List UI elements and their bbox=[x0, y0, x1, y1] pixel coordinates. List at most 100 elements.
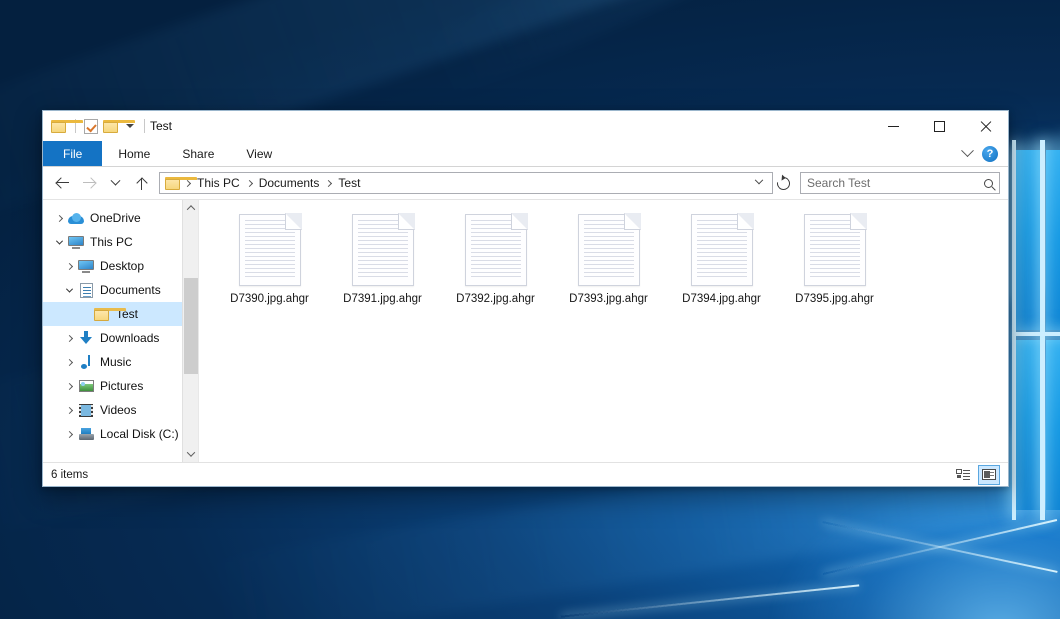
breadcrumb-separator-icon bbox=[246, 179, 253, 186]
sidebar-item-label: This PC bbox=[90, 235, 133, 249]
details-view-icon bbox=[956, 469, 970, 480]
breadcrumb-item-this-pc[interactable]: This PC bbox=[192, 176, 245, 190]
search-input[interactable] bbox=[807, 176, 984, 190]
list-item[interactable]: D7393.jpg.ahgr bbox=[552, 208, 665, 314]
file-name: D7394.jpg.ahgr bbox=[682, 292, 761, 306]
details-view-button[interactable] bbox=[952, 465, 974, 485]
music-icon bbox=[77, 355, 95, 369]
windows-logo-edge bbox=[1012, 332, 1060, 336]
sidebar-item-documents[interactable]: Documents bbox=[43, 278, 198, 302]
windows-logo-pane bbox=[1046, 150, 1060, 330]
list-item[interactable]: D7395.jpg.ahgr bbox=[778, 208, 891, 314]
sidebar-item-videos[interactable]: Videos bbox=[43, 398, 198, 422]
navigation-scrollbar[interactable] bbox=[182, 200, 198, 462]
sidebar-item-label: OneDrive bbox=[90, 211, 141, 225]
expander-icon[interactable] bbox=[61, 432, 77, 437]
generic-file-icon bbox=[804, 214, 866, 286]
folder-icon[interactable] bbox=[51, 120, 67, 133]
scrollbar-thumb[interactable] bbox=[184, 278, 198, 374]
sidebar-item-label: Desktop bbox=[100, 259, 144, 273]
list-item[interactable]: D7390.jpg.ahgr bbox=[213, 208, 326, 314]
tab-view[interactable]: View bbox=[230, 141, 288, 166]
expander-icon[interactable] bbox=[51, 216, 67, 221]
sidebar-item-onedrive[interactable]: OneDrive bbox=[43, 206, 198, 230]
cloud-icon bbox=[67, 213, 85, 224]
file-list-area[interactable]: D7390.jpg.ahgr D7391.jpg.ahgr D7392.jpg.… bbox=[199, 200, 1008, 462]
sidebar-item-downloads[interactable]: Downloads bbox=[43, 326, 198, 350]
generic-file-icon bbox=[352, 214, 414, 286]
window-controls[interactable] bbox=[870, 111, 1008, 141]
sidebar-item-test[interactable]: Test bbox=[43, 302, 198, 326]
view-toggle-group bbox=[952, 465, 1000, 485]
breadcrumb-item-documents[interactable]: Documents bbox=[254, 176, 325, 190]
desktop-background: Test File Home Share View ? bbox=[0, 0, 1060, 619]
help-icon[interactable]: ? bbox=[982, 146, 998, 162]
up-button[interactable] bbox=[129, 171, 153, 195]
folder-icon bbox=[93, 308, 111, 321]
tab-file[interactable]: File bbox=[43, 141, 102, 166]
ribbon-tab-bar: File Home Share View ? bbox=[43, 141, 1008, 167]
file-name: D7391.jpg.ahgr bbox=[343, 292, 422, 306]
document-icon bbox=[77, 283, 95, 298]
minimize-button[interactable] bbox=[870, 111, 916, 141]
close-button[interactable] bbox=[962, 111, 1008, 141]
download-icon bbox=[77, 331, 95, 345]
expander-icon[interactable] bbox=[61, 408, 77, 413]
chevron-down-icon[interactable] bbox=[961, 144, 974, 157]
file-name: D7395.jpg.ahgr bbox=[795, 292, 874, 306]
sidebar-item-this-pc[interactable]: This PC bbox=[43, 230, 198, 254]
sidebar-item-label: Pictures bbox=[100, 379, 143, 393]
sidebar-item-local-disk[interactable]: Local Disk (C:) bbox=[43, 422, 198, 446]
tab-share[interactable]: Share bbox=[166, 141, 230, 166]
list-item[interactable]: D7392.jpg.ahgr bbox=[439, 208, 552, 314]
expander-icon[interactable] bbox=[61, 384, 77, 389]
expander-icon[interactable] bbox=[61, 360, 77, 365]
new-folder-icon[interactable] bbox=[103, 120, 119, 133]
windows-logo-pane bbox=[1046, 340, 1060, 510]
videos-icon bbox=[77, 404, 95, 417]
search-icon[interactable] bbox=[984, 179, 993, 188]
sidebar-item-music[interactable]: Music bbox=[43, 350, 198, 374]
expander-icon[interactable] bbox=[61, 288, 77, 293]
search-box[interactable] bbox=[800, 172, 1000, 194]
properties-icon[interactable] bbox=[84, 119, 98, 134]
breadcrumb-item-test[interactable]: Test bbox=[333, 176, 365, 190]
breadcrumb-separator-icon bbox=[325, 179, 332, 186]
generic-file-icon bbox=[578, 214, 640, 286]
scroll-up-button[interactable] bbox=[183, 200, 198, 216]
sidebar-item-label: Documents bbox=[100, 283, 161, 297]
expander-icon[interactable] bbox=[51, 240, 67, 245]
title-bar[interactable]: Test bbox=[43, 111, 1008, 141]
arrow-up-icon bbox=[135, 177, 148, 190]
back-button[interactable] bbox=[51, 171, 75, 195]
maximize-icon bbox=[934, 121, 945, 132]
sidebar-item-desktop[interactable]: Desktop bbox=[43, 254, 198, 278]
navigation-pane: OneDrive This PC Desktop bbox=[43, 200, 199, 462]
address-bar[interactable]: This PC Documents Test bbox=[159, 172, 773, 194]
navigation-tree: OneDrive This PC Desktop bbox=[43, 200, 198, 446]
breadcrumb-separator-icon bbox=[184, 179, 191, 186]
monitor-icon bbox=[67, 236, 85, 249]
minimize-icon bbox=[888, 126, 899, 127]
address-dropdown-icon[interactable] bbox=[755, 176, 763, 184]
list-item[interactable]: D7394.jpg.ahgr bbox=[665, 208, 778, 314]
scroll-down-button[interactable] bbox=[183, 446, 199, 462]
expander-icon[interactable] bbox=[61, 264, 77, 269]
sidebar-item-pictures[interactable]: Pictures bbox=[43, 374, 198, 398]
sidebar-item-label: Videos bbox=[100, 403, 136, 417]
maximize-button[interactable] bbox=[916, 111, 962, 141]
sidebar-item-label: Downloads bbox=[100, 331, 159, 345]
close-icon bbox=[979, 120, 992, 133]
recent-locations-button[interactable] bbox=[103, 171, 127, 195]
large-icons-view-button[interactable] bbox=[978, 465, 1000, 485]
customize-quick-access-caret-icon[interactable] bbox=[126, 124, 134, 128]
expander-icon[interactable] bbox=[61, 336, 77, 341]
pictures-icon bbox=[77, 380, 95, 392]
file-name: D7390.jpg.ahgr bbox=[230, 292, 309, 306]
quick-access-toolbar[interactable] bbox=[51, 119, 148, 134]
forward-button[interactable] bbox=[77, 171, 101, 195]
list-item[interactable]: D7391.jpg.ahgr bbox=[326, 208, 439, 314]
drive-icon bbox=[77, 428, 95, 440]
tab-home[interactable]: Home bbox=[102, 141, 166, 166]
refresh-icon[interactable] bbox=[774, 174, 792, 192]
